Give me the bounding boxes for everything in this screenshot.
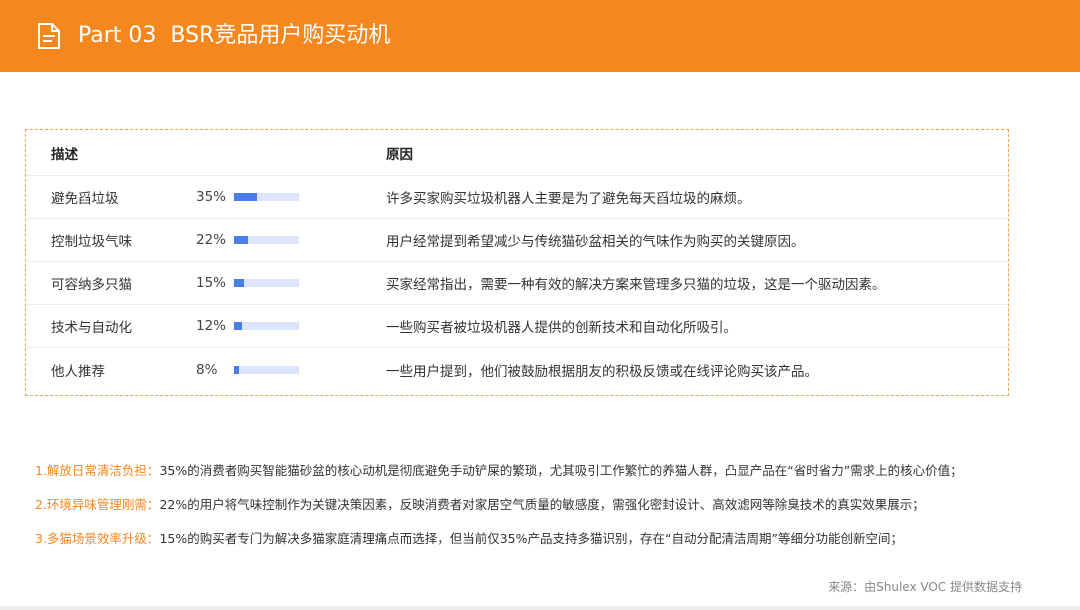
row-percent: 12% <box>196 318 227 334</box>
row-reason: 一些用户提到，他们被鼓励根据朋友的积极反馈或在线评论购买该产品。 <box>386 363 818 380</box>
table-header-row: 描述 原因 <box>26 130 1008 176</box>
row-bar <box>234 348 299 391</box>
note-text: 35%的消费者购买智能猫砂盆的核心动机是彻底避免手动铲屎的繁琐，尤其吸引工作繁忙… <box>159 463 963 478</box>
bar-fill <box>234 236 249 244</box>
bar-fill <box>234 279 244 287</box>
row-desc: 可容纳多只猫 <box>51 277 132 293</box>
note-item: 1.解放日常清洁负担：35%的消费者购买智能猫砂盆的核心动机是彻底避免手动铲屎的… <box>35 460 963 479</box>
table-row: 他人推荐 8% 一些用户提到，他们被鼓励根据朋友的积极反馈或在线评论购买该产品。 <box>26 348 1008 391</box>
note-key: 3.多猫场景效率升级： <box>35 531 160 546</box>
note-item: 2.环境异味管理刚需：22%的用户将气味控制作为关键决策因素，反映消费者对家居空… <box>35 494 925 513</box>
bar-fill <box>234 193 257 201</box>
row-desc: 技术与自动化 <box>51 320 132 336</box>
table-row: 控制垃圾气味 22% 用户经常提到希望减少与传统猫砂盆相关的气味作为购买的关键原因。 <box>26 219 1008 262</box>
row-reason: 买家经常指出，需要一种有效的解决方案来管理多只猫的垃圾，这是一个驱动因素。 <box>386 277 886 293</box>
note-text: 22%的用户将气味控制作为关键决策因素，反映消费者对家居空气质量的敏感度，需强化… <box>159 497 925 512</box>
footer-divider <box>0 606 1080 610</box>
title-text: BSR竞品用户购买动机 <box>170 23 391 48</box>
note-key: 2.环境异味管理刚需： <box>35 497 160 512</box>
table-row: 可容纳多只猫 15% 买家经常指出，需要一种有效的解决方案来管理多只猫的垃圾，这是一… <box>26 262 1008 305</box>
bar-fill <box>234 365 240 374</box>
table-row: 技术与自动化 12% 一些购买者被垃圾机器人提供的创新技术和自动化所吸引。 <box>26 305 1008 348</box>
document-icon <box>38 23 60 49</box>
source-caption: 来源：由Shulex VOC 提供数据支持 <box>828 580 1022 594</box>
page-title: Part 03 BSR竞品用户购买动机 <box>78 22 390 50</box>
row-reason: 用户经常提到希望减少与传统猫砂盆相关的气味作为购买的关键原因。 <box>386 234 805 250</box>
note-key: 1.解放日常清洁负担： <box>35 463 160 478</box>
header-bar: Part 03 BSR竞品用户购买动机 <box>0 0 1080 72</box>
row-reason: 许多买家购买垃圾机器人主要是为了避免每天舀垃圾的麻烦。 <box>386 191 751 207</box>
bar-track <box>234 236 299 244</box>
row-desc: 避免舀垃圾 <box>51 191 119 207</box>
row-percent: 35% <box>196 189 227 205</box>
note-text: 15%的购买者专门为解决多猫家庭清理痛点而选择，但当前仅35%产品支持多猫识别，… <box>159 531 903 546</box>
row-percent: 22% <box>196 232 227 248</box>
row-bar <box>234 262 299 304</box>
bar-track <box>234 365 299 374</box>
row-desc: 控制垃圾气味 <box>51 234 132 250</box>
note-item: 3.多猫场景效率升级：15%的购买者专门为解决多猫家庭清理痛点而选择，但当前仅3… <box>35 528 903 547</box>
bar-track <box>234 279 299 287</box>
column-header-reason: 原因 <box>386 146 413 163</box>
motivation-table: 描述 原因 避免舀垃圾 35% 许多买家购买垃圾机器人主要是为了避免每天舀垃圾的麻烦… <box>25 129 1009 396</box>
column-header-desc: 描述 <box>51 146 78 163</box>
row-bar <box>234 176 299 218</box>
row-bar <box>234 305 299 347</box>
row-bar <box>234 219 299 261</box>
table-row: 避免舀垃圾 35% 许多买家购买垃圾机器人主要是为了避免每天舀垃圾的麻烦。 <box>26 176 1008 219</box>
bar-track <box>234 322 299 330</box>
bar-fill <box>234 322 242 330</box>
row-percent: 15% <box>196 275 227 291</box>
part-label: Part 03 <box>78 23 157 48</box>
row-percent: 8% <box>196 361 218 378</box>
row-desc: 他人推荐 <box>51 363 105 380</box>
bar-track <box>234 193 299 201</box>
row-reason: 一些购买者被垃圾机器人提供的创新技术和自动化所吸引。 <box>386 320 737 336</box>
